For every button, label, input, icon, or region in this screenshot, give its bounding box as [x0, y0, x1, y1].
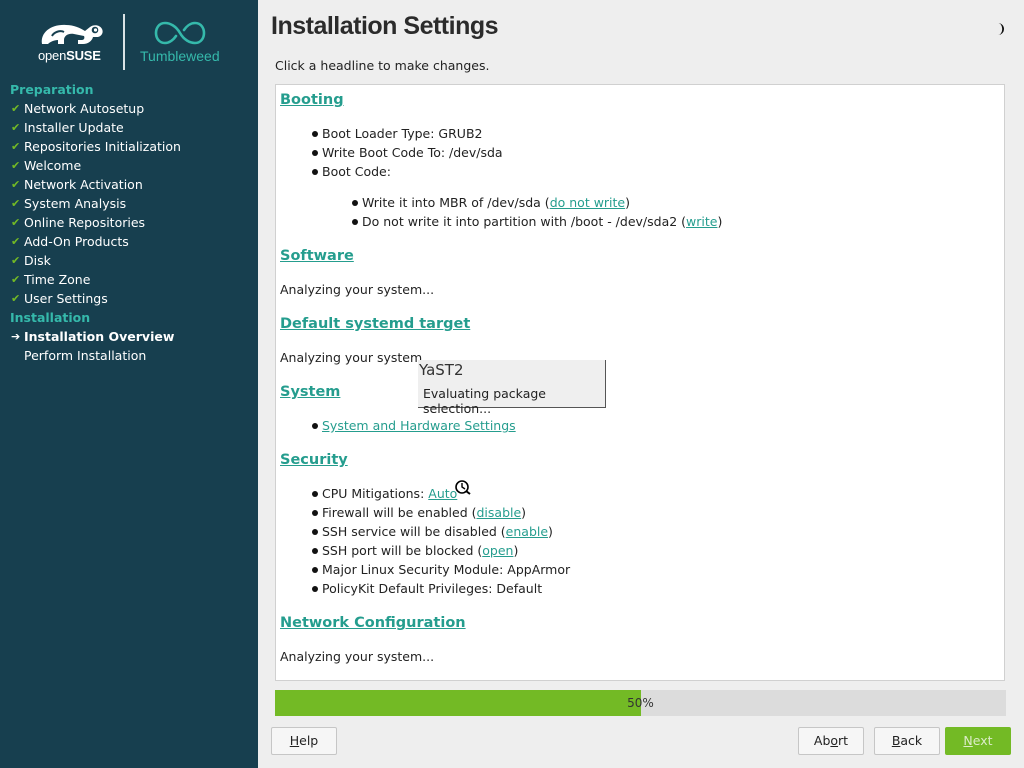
step-repositories-initialization: ✔ Repositories Initialization: [11, 139, 181, 154]
tumbleweed-infinity-icon: [154, 21, 206, 45]
step-disk: ✔ Disk: [11, 253, 51, 268]
bullet-icon: [312, 529, 318, 535]
step-online-repositories: ✔ Online Repositories: [11, 215, 146, 230]
list-item: Do not write it into partition with /boo…: [352, 214, 722, 229]
step-installation-overview: ➔ Installation Overview: [11, 329, 175, 344]
step-network-activation: ✔ Network Activation: [11, 177, 143, 192]
network-status: Analyzing your system...: [280, 649, 435, 664]
back-button[interactable]: Back: [874, 727, 940, 755]
list-item: Write it into MBR of /dev/sda (do not wr…: [352, 195, 630, 210]
list-item: Major Linux Security Module: AppArmor: [312, 562, 570, 577]
list-item: System and Hardware Settings: [312, 418, 516, 433]
check-icon: ✔: [11, 178, 21, 191]
cpu-mitigations-link[interactable]: Auto: [428, 486, 457, 501]
theme-toggle-icon[interactable]: [994, 22, 1006, 36]
do-not-write-mbr-link[interactable]: do not write: [550, 195, 625, 210]
popup-message: Evaluating package selection...: [423, 386, 546, 416]
installation-progress-bar: 50%: [275, 690, 1006, 716]
system-hardware-settings-link[interactable]: System and Hardware Settings: [322, 418, 516, 433]
step-group-installation: Installation: [10, 310, 91, 325]
list-item: PolicyKit Default Privileges: Default: [312, 581, 542, 596]
progress-label: 50%: [627, 696, 654, 710]
software-status: Analyzing your system...: [280, 282, 435, 297]
yast-progress-popup: YaST2 Evaluating package selection...: [418, 360, 606, 416]
check-icon: ✔: [11, 254, 21, 267]
disable-firewall-link[interactable]: disable: [476, 505, 521, 520]
list-item: Boot Code:: [312, 164, 391, 179]
step-network-autosetup: ✔ Network Autosetup: [11, 101, 145, 116]
section-heading-software[interactable]: Software: [280, 248, 354, 264]
logo-divider: [123, 14, 125, 70]
bullet-icon: [352, 219, 358, 225]
step-welcome: ✔ Welcome: [11, 158, 82, 173]
check-icon: ✔: [11, 216, 21, 229]
busy-cursor-icon: [455, 480, 471, 495]
bullet-icon: [312, 510, 318, 516]
opensuse-wordmark: openSUSE: [38, 48, 101, 63]
bullet-icon: [312, 169, 318, 175]
page-title: Installation Settings: [271, 12, 499, 40]
systemd-status: Analyzing your system...: [280, 350, 435, 365]
bullet-icon: [312, 491, 318, 497]
list-item: Firewall will be enabled (disable): [312, 505, 526, 520]
check-icon: ✔: [11, 140, 21, 153]
list-item: Write Boot Code To: /dev/sda: [312, 145, 503, 160]
section-heading-booting[interactable]: Booting: [280, 92, 344, 108]
list-item: SSH port will be blocked (open): [312, 543, 518, 558]
opensuse-gecko-icon: [41, 24, 103, 44]
installation-steps: Preparation ✔ Network Autosetup ✔ Installe…: [0, 80, 258, 365]
check-icon: ✔: [11, 273, 21, 286]
section-heading-system[interactable]: System: [280, 384, 340, 400]
bullet-icon: [312, 131, 318, 137]
bullet-icon: [312, 586, 318, 592]
arrow-right-icon: ➔: [11, 330, 21, 343]
step-group-preparation: Preparation: [10, 82, 94, 97]
step-installer-update: ✔ Installer Update: [11, 120, 124, 135]
write-partition-link[interactable]: write: [686, 214, 717, 229]
check-icon: ✔: [11, 292, 21, 305]
step-user-settings: ✔ User Settings: [11, 291, 108, 306]
step-time-zone: ✔ Time Zone: [11, 272, 91, 287]
list-item: SSH service will be disabled (enable): [312, 524, 553, 539]
section-heading-systemd[interactable]: Default systemd target: [280, 316, 470, 332]
abort-button[interactable]: Abort: [798, 727, 864, 755]
installation-summary: Booting Boot Loader Type: GRUB2 Write Bo…: [275, 84, 1005, 681]
section-heading-network[interactable]: Network Configuration: [280, 615, 466, 631]
step-perform-installation: Perform Installation: [24, 348, 147, 363]
step-system-analysis: ✔ System Analysis: [11, 196, 127, 211]
page-subtitle: Click a headline to make changes.: [275, 58, 490, 73]
check-icon: ✔: [11, 197, 21, 210]
logo-area: openSUSE Tumbleweed: [0, 0, 258, 80]
sidebar: openSUSE Tumbleweed Preparation ✔ Network…: [0, 0, 258, 768]
check-icon: ✔: [11, 102, 21, 115]
next-button[interactable]: Next: [945, 727, 1011, 755]
check-icon: ✔: [11, 121, 21, 134]
enable-ssh-link[interactable]: enable: [506, 524, 548, 539]
bullet-icon: [312, 567, 318, 573]
check-icon: ✔: [11, 235, 21, 248]
popup-title: YaST2: [419, 361, 464, 379]
check-icon: ✔: [11, 159, 21, 172]
list-item: CPU Mitigations: Auto: [312, 486, 457, 501]
bullet-icon: [352, 200, 358, 206]
section-heading-security[interactable]: Security: [280, 452, 348, 468]
tumbleweed-label: Tumbleweed: [140, 48, 220, 64]
bullet-icon: [312, 423, 318, 429]
bullet-icon: [312, 150, 318, 156]
list-item: Boot Loader Type: GRUB2: [312, 126, 482, 141]
open-ssh-port-link[interactable]: open: [482, 543, 513, 558]
bullet-icon: [312, 548, 318, 554]
help-button[interactable]: Help: [271, 727, 337, 755]
step-add-on-products: ✔ Add-On Products: [11, 234, 129, 249]
